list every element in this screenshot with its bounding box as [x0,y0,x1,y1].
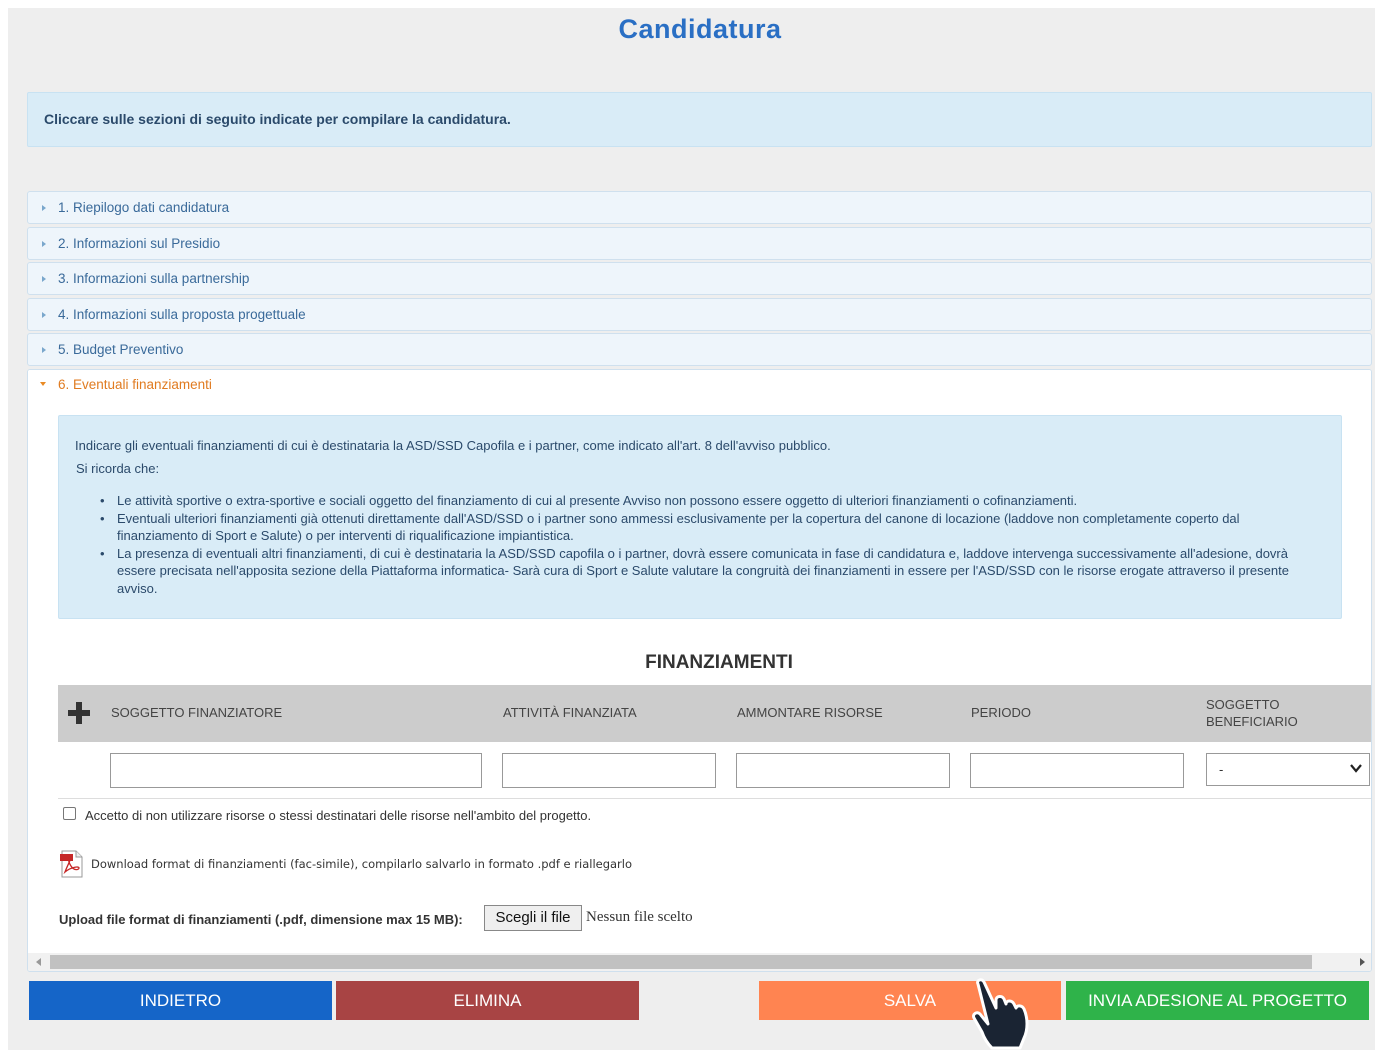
page-title: Candidatura [618,14,782,44]
accept-checkbox[interactable] [63,807,76,820]
scrollbar-thumb[interactable] [50,955,1312,969]
choose-file-button[interactable]: Scegli il file [484,905,582,931]
soggetto-beneficiario-select[interactable]: - [1206,753,1370,786]
horizontal-scrollbar[interactable] [28,953,1371,971]
section-finanziamenti[interactable]: 6. Eventuali finanziamenti [28,370,1371,402]
column-ammontare-risorse: AMMONTARE RISORSE [737,705,883,720]
column-soggetto-beneficiario: SOGGETTO BENEFICIARIO [1206,697,1298,729]
download-link[interactable]: Download format di finanziamenti (fac-si… [91,857,632,871]
section-label: 3. Informazioni sulla partnership [58,271,250,286]
list-item: La presenza di eventuali altri finanziam… [100,545,1317,598]
column-periodo: PERIODO [971,705,1031,720]
scroll-right-icon[interactable] [1360,958,1365,966]
chevron-down-icon [1350,764,1362,773]
section-label: 1. Riepilogo dati candidatura [58,200,230,215]
periodo-input[interactable] [970,753,1184,788]
section-label: 2. Informazioni sul Presidio [58,235,221,251]
instructions-text: Cliccare sulle sezioni di seguito indica… [44,111,511,127]
attivita-finanziata-input[interactable] [502,753,716,788]
section-riepilogo[interactable]: 1. Riepilogo dati candidatura [27,191,1372,224]
caret-right-icon [42,205,46,211]
list-item: Le attività sportive o extra-sportive e … [100,492,1317,510]
upload-label: Upload file format di finanziamenti (.pd… [59,912,463,927]
delete-button[interactable]: ELIMINA [336,981,639,1020]
section-label: 4. Informazioni sulla proposta progettua… [58,306,306,322]
pdf-file-icon[interactable] [59,850,85,878]
caret-right-icon [42,347,46,353]
section-label: 5. Budget Preventivo [58,342,184,357]
section-proposta[interactable]: 4. Informazioni sulla proposta progettua… [27,297,1372,331]
caret-down-icon [40,382,46,386]
sections-accordion: 1. Riepilogo dati candidatura 2. Informa… [27,191,1372,369]
submit-button[interactable]: INVIA ADESIONE AL PROGETTO [1066,981,1369,1020]
table-header: SOGGETTO FINANZIATORE ATTIVITÀ FINANZIAT… [58,685,1371,742]
ammontare-risorse-input[interactable] [736,753,950,788]
finanziamenti-note: Indicare gli eventuali finanziamenti di … [58,415,1342,619]
note-bullets: Le attività sportive o extra-sportive e … [100,492,1317,598]
caret-right-icon [42,240,46,247]
top-border [0,0,1375,8]
section-label: 6. Eventuali finanziamenti [58,377,212,392]
select-value: - [1219,762,1224,777]
column-attivita-finanziata: ATTIVITÀ FINANZIATA [503,705,637,720]
caret-right-icon [42,276,46,282]
section-presidio[interactable]: 2. Informazioni sul Presidio [27,226,1372,260]
section-budget[interactable]: 5. Budget Preventivo [27,333,1372,366]
plus-icon[interactable] [68,702,90,724]
scroll-left-icon[interactable] [36,958,41,966]
left-border [0,0,8,1050]
caret-right-icon [42,311,46,318]
accept-label: Accetto di non utilizzare risorse o stes… [85,808,592,823]
table-title: FINANZIAMENTI [645,652,793,673]
file-status: Nessun file scelto [586,909,693,925]
back-button[interactable]: INDIETRO [29,981,332,1020]
table-row: - [58,742,1371,799]
note-reminder: Si ricorda che: [76,461,160,476]
note-intro: Indicare gli eventuali finanziamenti di … [75,438,831,453]
instructions-banner: Cliccare sulle sezioni di seguito indica… [27,92,1372,147]
list-item: Eventuali ulteriori finanziamenti già ot… [100,510,1317,545]
section-partnership[interactable]: 3. Informazioni sulla partnership [27,262,1372,295]
soggetto-finanziatore-input[interactable] [110,753,482,788]
section-finanziamenti-panel: 6. Eventuali finanziamenti Indicare gli … [27,369,1372,972]
column-soggetto-finanziatore: SOGGETTO FINANZIATORE [111,705,283,720]
hand-pointer-icon [972,978,1029,1050]
